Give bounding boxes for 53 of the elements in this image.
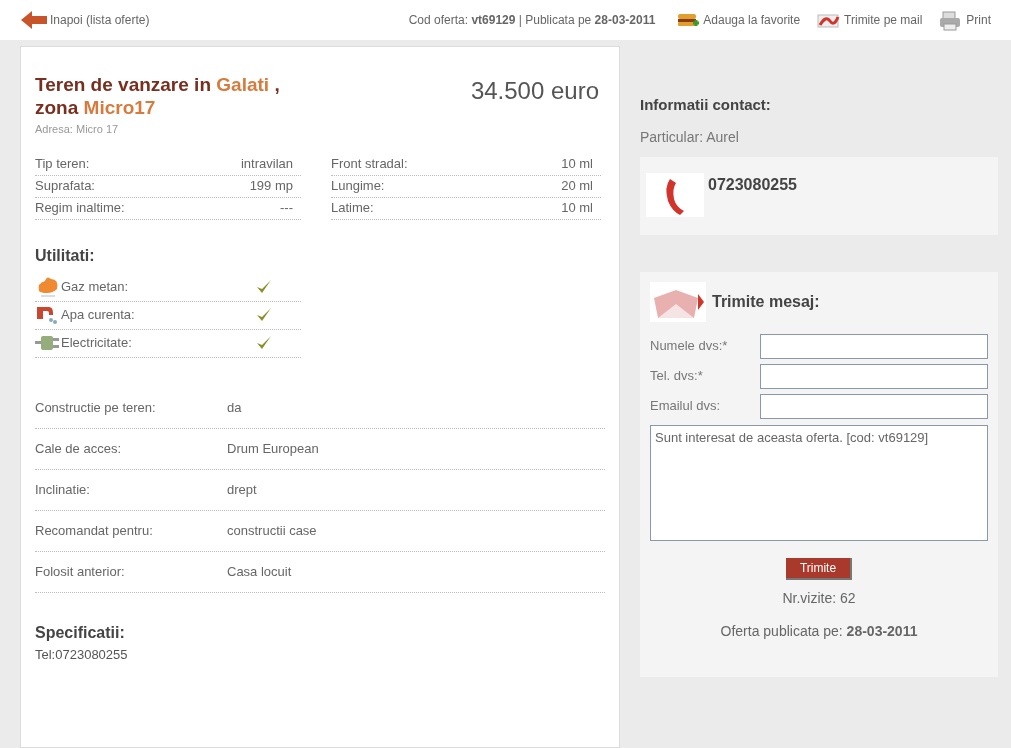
contact-heading: Informatii contact: [640, 95, 772, 115]
utility-label: Apa curenta: [61, 306, 136, 325]
phone-number: 0723080255 [708, 174, 797, 195]
field-label: Numele dvs:* [650, 337, 729, 356]
address-text: Adresa: Micro 17 [35, 122, 120, 137]
detail-label: Constructie pe teren: [35, 398, 157, 417]
field-label: Emailul dvs: [650, 397, 722, 416]
utility-label: Gaz metan: [61, 278, 130, 297]
submit-button[interactable]: Trimite [785, 557, 853, 580]
spec-value: --- [280, 199, 293, 217]
text-field[interactable] [760, 333, 988, 359]
detail-label: Cale de acces: [35, 439, 122, 458]
text-field[interactable] [760, 393, 988, 419]
envelope-icon [650, 281, 706, 322]
detail-value: Drum European [227, 439, 319, 458]
listing-title: Teren de vanzare in Galati , zona Micro17 [35, 73, 281, 119]
detail-label: Folosit anterior: [35, 562, 126, 581]
form-heading: Trimite mesaj: [712, 291, 820, 312]
detail-label: Inclinatie: [35, 480, 91, 499]
action-link[interactable]: Trimite pe mail [816, 9, 923, 31]
action-link[interactable]: Adauga la favorite [675, 9, 801, 31]
section-heading: Specificatii: [35, 622, 126, 643]
spec-label: Tip teren: [35, 155, 90, 173]
spec-value: 10 ml [561, 155, 593, 173]
specifications-text: Tel:0723080255 [35, 645, 129, 664]
price-text: 34.500 euro [470, 76, 599, 106]
detail-value: constructii case [227, 521, 317, 540]
action-link[interactable]: Print [938, 9, 991, 31]
visits-text: Nr.vizite: 62 [781, 588, 857, 608]
arrow-left-icon [20, 10, 48, 30]
published-text: Oferta publicata pe: 28-03-2011 [719, 621, 919, 641]
back-link[interactable]: Inapoi (lista oferte) [20, 10, 150, 30]
message-field[interactable]: Sunt interesat de aceasta oferta. [cod: vt69129] [650, 424, 988, 541]
detail-value: da [227, 398, 242, 417]
printer-icon [938, 9, 963, 31]
owner-text: Particular: Aurel [640, 127, 740, 147]
text-field[interactable] [760, 363, 988, 389]
spec-value: 199 mp [249, 177, 293, 195]
spec-label: Front stradal: [331, 155, 408, 173]
utility-label: Electricitate: [61, 334, 133, 353]
field-label: Tel. dvs:* [650, 367, 704, 386]
spec-value: 10 ml [561, 199, 593, 217]
spec-label: Regim inaltime: [35, 199, 125, 217]
detail-label: Recomandat pentru: [35, 521, 154, 540]
spec-label: Lungime: [331, 177, 385, 195]
detail-value: Casa locuit [227, 562, 292, 581]
spec-value: 20 ml [561, 177, 593, 195]
section-heading: Utilitati: [35, 245, 96, 266]
offer-info: Cod oferta: vt69129 | Publicata pe 28-03-2011 [408, 12, 656, 29]
detail-value: drept [227, 480, 257, 499]
spec-value: intravilan [240, 155, 293, 173]
spec-label: Suprafata: [35, 177, 95, 195]
spec-label: Latime: [331, 199, 374, 217]
